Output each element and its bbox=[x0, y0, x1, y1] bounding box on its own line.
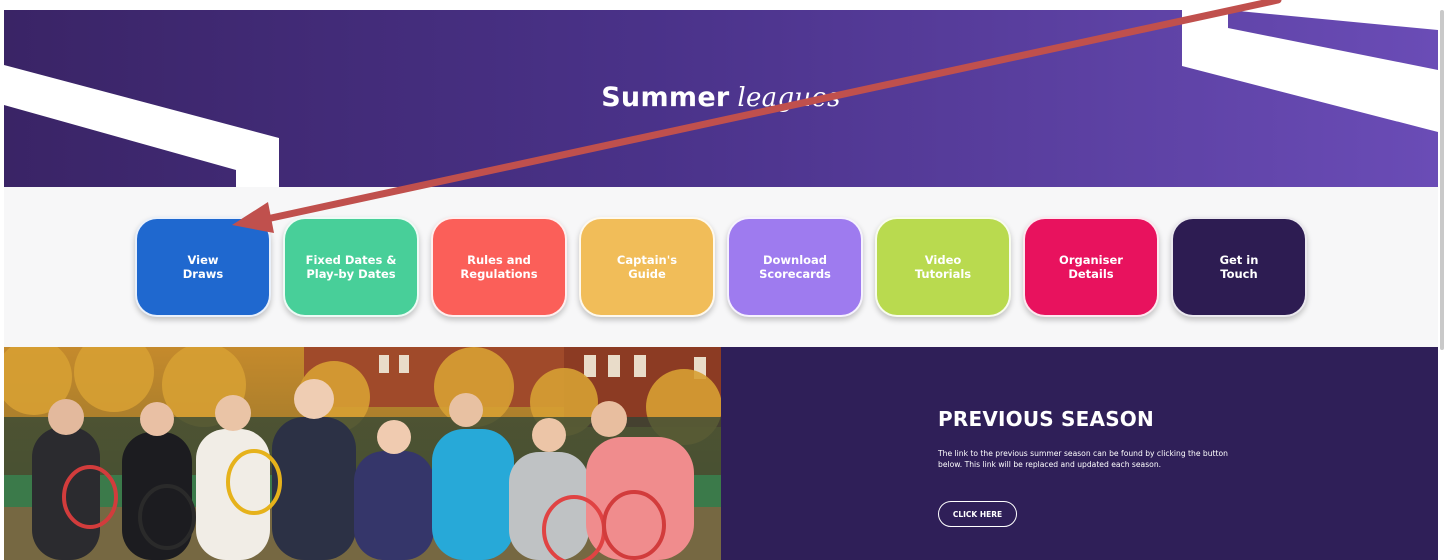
previous-season-panel: PREVIOUS SEASON The link to the previous… bbox=[721, 347, 1438, 560]
quick-links-bar: View Draws Fixed Dates & Play-by Dates R… bbox=[4, 187, 1438, 347]
title-strong: Summer bbox=[601, 82, 730, 113]
scrollbar-thumb[interactable] bbox=[1440, 10, 1444, 350]
team-photo bbox=[4, 347, 721, 560]
summer-leagues-page: Summer leagues View Draws Fixed Dates & … bbox=[4, 10, 1438, 560]
button-label: Organiser Details bbox=[1059, 253, 1123, 281]
button-label: Captain's Guide bbox=[616, 253, 678, 281]
get-in-touch-button[interactable]: Get in Touch bbox=[1171, 217, 1307, 317]
button-label: Get in Touch bbox=[1219, 253, 1259, 281]
fixed-dates-button[interactable]: Fixed Dates & Play-by Dates bbox=[283, 217, 419, 317]
button-label: Fixed Dates & Play-by Dates bbox=[305, 253, 397, 281]
video-tutorials-button[interactable]: Video Tutorials bbox=[875, 217, 1011, 317]
title-script: leagues bbox=[737, 83, 841, 113]
button-label: Rules and Regulations bbox=[460, 253, 538, 281]
click-here-button[interactable]: CLICK HERE bbox=[938, 501, 1017, 527]
page-title: Summer leagues bbox=[4, 82, 1438, 113]
organiser-details-button[interactable]: Organiser Details bbox=[1023, 217, 1159, 317]
team-photo-illustration bbox=[4, 347, 721, 560]
view-draws-button[interactable]: View Draws bbox=[135, 217, 271, 317]
button-label: Download Scorecards bbox=[759, 253, 831, 281]
previous-season-description: The link to the previous summer season c… bbox=[938, 449, 1228, 469]
rules-regulations-button[interactable]: Rules and Regulations bbox=[431, 217, 567, 317]
hero-banner: Summer leagues bbox=[4, 10, 1438, 187]
captains-guide-button[interactable]: Captain's Guide bbox=[579, 217, 715, 317]
button-label: View Draws bbox=[182, 253, 224, 281]
previous-season-title: PREVIOUS SEASON bbox=[938, 407, 1154, 431]
button-label: Video Tutorials bbox=[914, 253, 972, 281]
download-scorecards-button[interactable]: Download Scorecards bbox=[727, 217, 863, 317]
